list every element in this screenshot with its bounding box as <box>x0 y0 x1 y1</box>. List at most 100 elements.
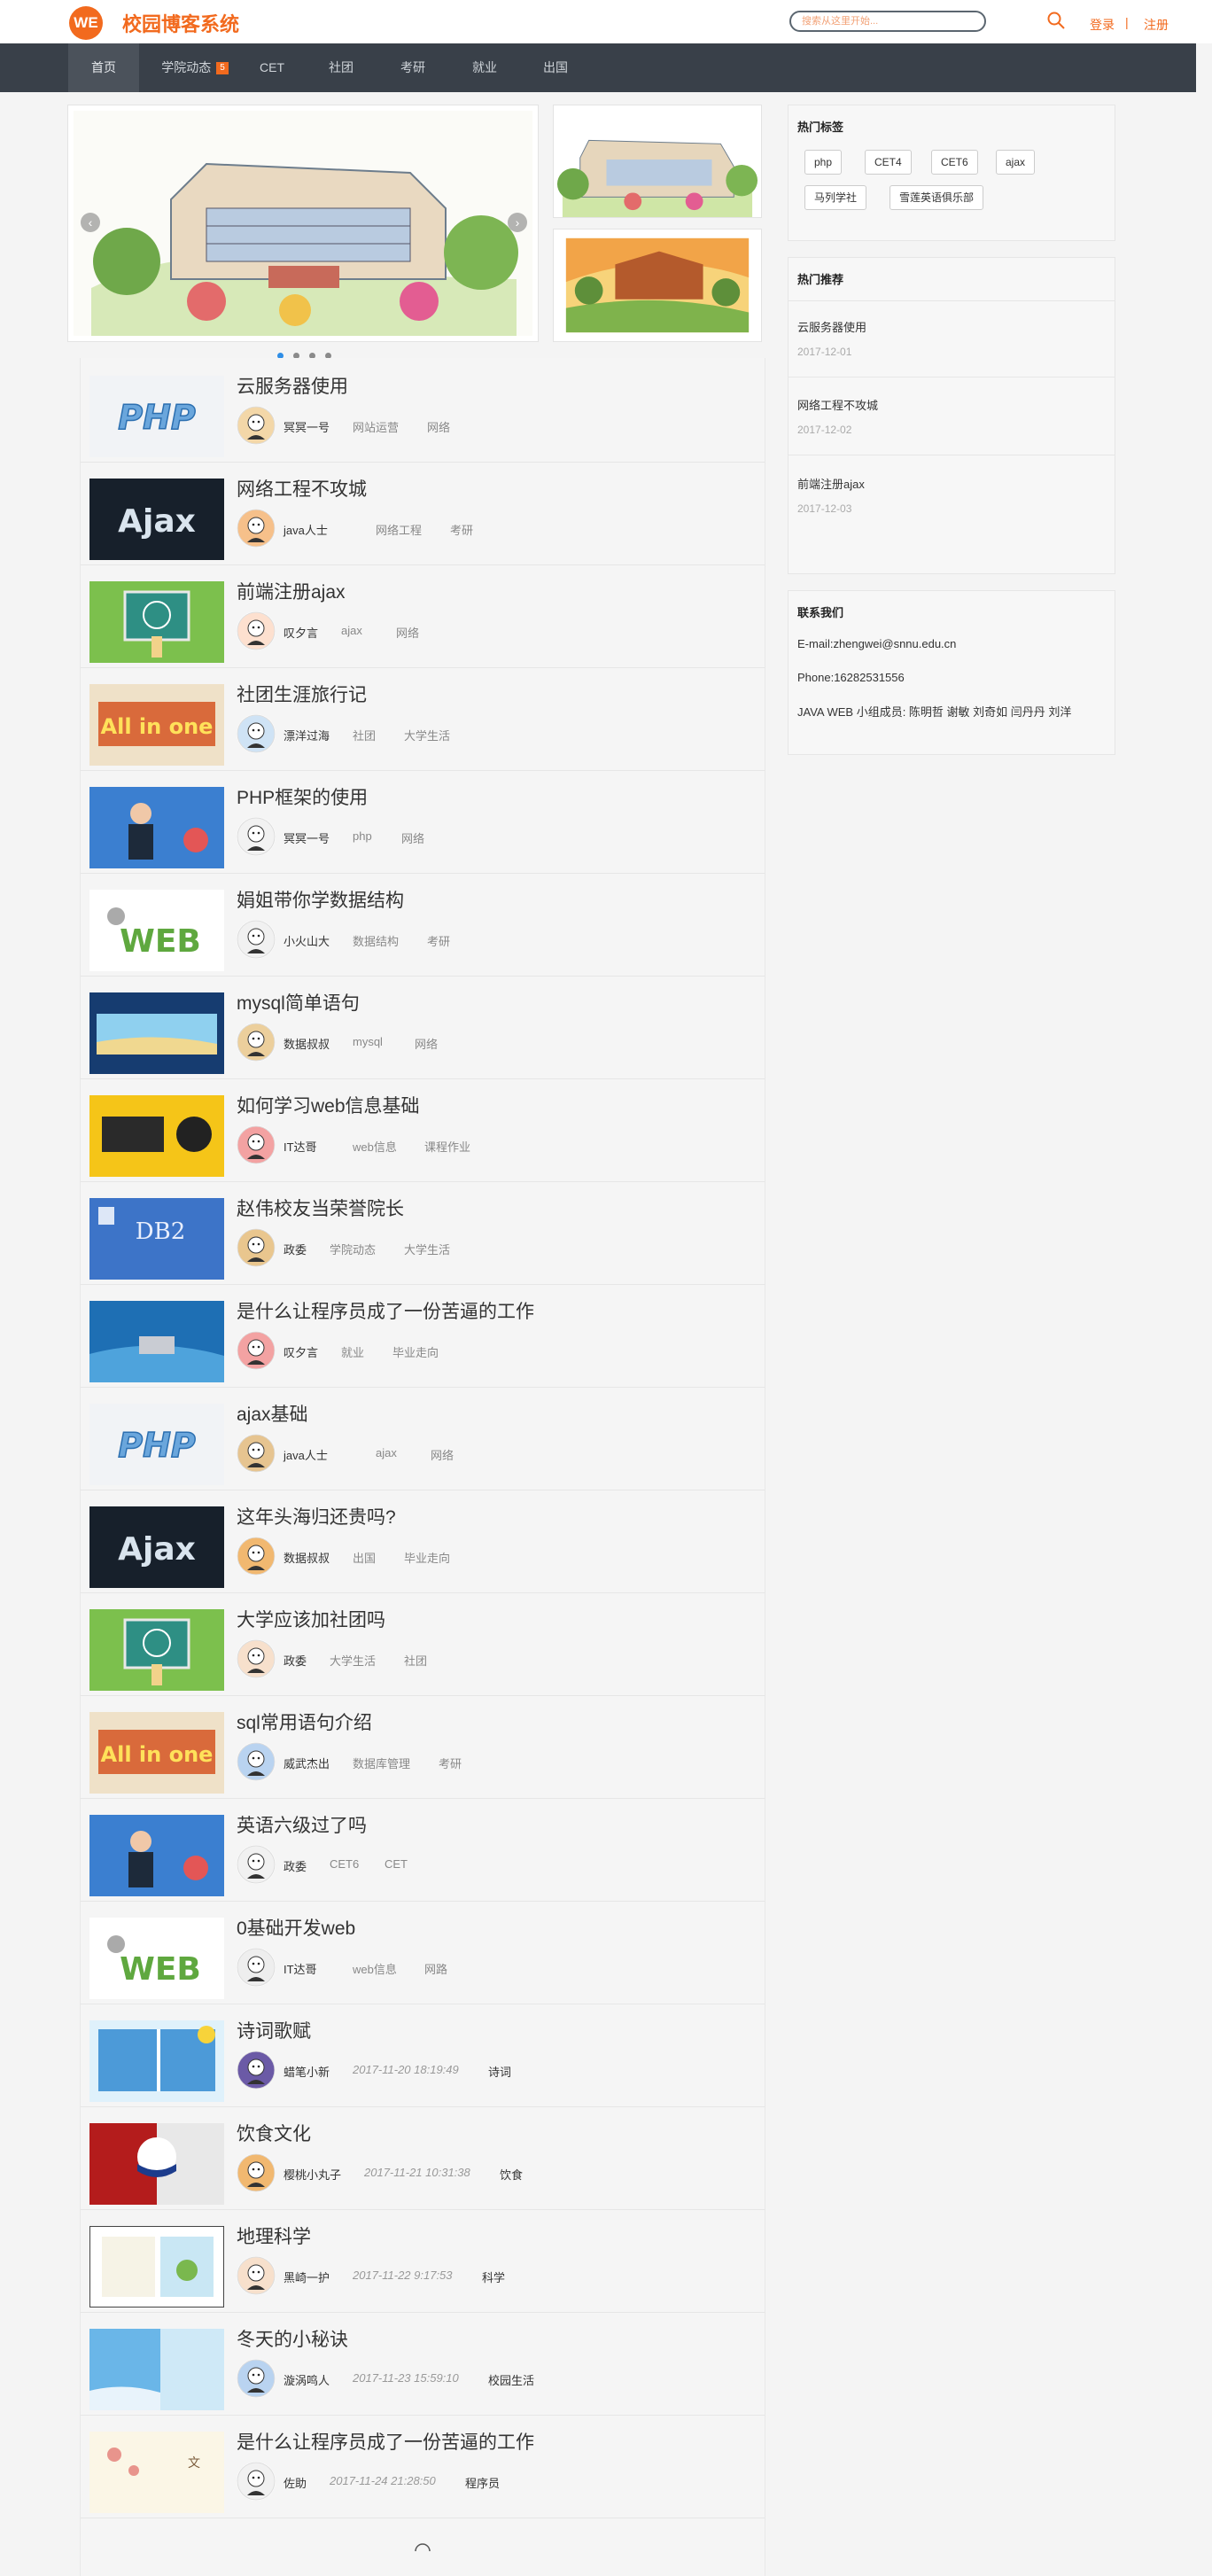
post-tag[interactable]: ajax <box>341 624 362 637</box>
nav-college-news[interactable]: 学院动态 5 <box>151 43 239 92</box>
post-tag[interactable]: CET6 <box>330 1857 359 1871</box>
post-author[interactable]: 冥冥一号 <box>284 829 330 846</box>
hot-tag[interactable]: php <box>804 150 843 175</box>
post-title[interactable]: sql常用语句介绍 <box>237 1708 372 1735</box>
post-thumbnail[interactable] <box>89 2123 224 2205</box>
post-tag[interactable]: 网络 <box>396 624 419 641</box>
hot-tag[interactable]: CET4 <box>865 150 912 175</box>
carousel-next-button[interactable]: › <box>508 213 527 232</box>
post-author[interactable]: java人士 <box>284 521 328 538</box>
post-thumbnail[interactable] <box>89 2329 224 2410</box>
login-link[interactable]: 登录 <box>1090 16 1115 34</box>
post-author[interactable]: 漂洋过海 <box>284 727 330 743</box>
nav-home[interactable]: 首页 <box>68 43 139 92</box>
nav-club[interactable]: 社团 <box>319 43 363 92</box>
post-thumbnail[interactable]: 文 <box>89 2432 224 2513</box>
post-tag[interactable]: 大学生活 <box>404 1241 450 1257</box>
post-author[interactable]: 数据叔叔 <box>284 1035 330 1052</box>
author-avatar[interactable] <box>237 2359 276 2398</box>
post-tag[interactable]: 大学生活 <box>330 1652 376 1669</box>
nav-abroad[interactable]: 出国 <box>533 43 578 92</box>
post-title[interactable]: 云服务器使用 <box>237 372 348 399</box>
post-thumbnail[interactable]: Ajax <box>89 1506 224 1588</box>
post-thumbnail[interactable]: All in one <box>89 684 224 766</box>
post-title[interactable]: 网络工程不攻城 <box>237 475 367 502</box>
post-thumbnail[interactable]: Ajax <box>89 479 224 560</box>
author-avatar[interactable] <box>237 1742 276 1781</box>
post-tag[interactable]: 数据库管理 <box>353 1755 410 1771</box>
post-title[interactable]: 0基础开发web <box>237 1914 355 1941</box>
post-tag[interactable]: 科学 <box>482 2269 505 2285</box>
post-tag[interactable]: 考研 <box>450 521 473 538</box>
post-author[interactable]: 政委 <box>284 1857 307 1874</box>
author-avatar[interactable] <box>237 2153 276 2192</box>
post-author[interactable]: IT达哥 <box>284 1960 317 1977</box>
post-title[interactable]: PHP框架的使用 <box>237 783 368 810</box>
post-tag[interactable]: 出国 <box>353 1549 376 1566</box>
post-title[interactable]: 赵伟校友当荣誉院长 <box>237 1195 404 1221</box>
search-icon[interactable] <box>1046 11 1066 30</box>
hot-tag[interactable]: 雪莲英语俱乐部 <box>890 185 984 210</box>
carousel-thumbnail[interactable] <box>553 229 762 342</box>
post-tag[interactable]: php <box>353 829 372 843</box>
post-title[interactable]: 社团生涯旅行记 <box>237 681 367 707</box>
post-tag[interactable]: 毕业走向 <box>392 1343 439 1360</box>
post-tag[interactable]: 毕业走向 <box>404 1549 450 1566</box>
post-tag[interactable]: 饮食 <box>500 2166 523 2183</box>
post-tag[interactable]: 社团 <box>353 727 376 743</box>
post-tag[interactable]: 网络 <box>427 418 450 435</box>
author-avatar[interactable] <box>237 1228 276 1267</box>
author-avatar[interactable] <box>237 1537 276 1576</box>
author-avatar[interactable] <box>237 920 276 959</box>
post-title[interactable]: 诗词歌赋 <box>237 2017 311 2043</box>
post-author[interactable]: 小火山大 <box>284 932 330 949</box>
post-title[interactable]: 地理科学 <box>237 2222 311 2249</box>
author-avatar[interactable] <box>237 2256 276 2295</box>
hot-tag[interactable]: 马列学社 <box>804 185 867 210</box>
post-thumbnail[interactable] <box>89 1609 224 1691</box>
post-thumbnail[interactable] <box>89 787 224 868</box>
recommend-item-title[interactable]: 前端注册ajax <box>797 475 865 492</box>
post-thumbnail[interactable]: PHP <box>89 1404 224 1485</box>
post-thumbnail[interactable]: PHP <box>89 376 224 457</box>
post-title[interactable]: 这年头海归还贵吗? <box>237 1503 396 1529</box>
post-thumbnail[interactable] <box>89 2226 224 2308</box>
author-avatar[interactable] <box>237 817 276 856</box>
carousel-thumbnail[interactable] <box>553 105 762 218</box>
post-tag[interactable]: 就业 <box>341 1343 364 1360</box>
post-author[interactable]: 政委 <box>284 1652 307 1669</box>
site-logo[interactable]: WE <box>69 6 103 40</box>
post-thumbnail[interactable] <box>89 2020 224 2102</box>
post-tag[interactable]: 网站运营 <box>353 418 399 435</box>
author-avatar[interactable] <box>237 1845 276 1884</box>
post-tag[interactable]: 大学生活 <box>404 727 450 743</box>
post-title[interactable]: ajax基础 <box>237 1400 308 1427</box>
post-author[interactable]: 叹夕言 <box>284 1343 318 1360</box>
post-title[interactable]: 娟姐带你学数据结构 <box>237 886 404 913</box>
author-avatar[interactable] <box>237 2051 276 2090</box>
post-title[interactable]: mysql简单语句 <box>237 989 360 1016</box>
post-tag[interactable]: web信息 <box>353 1138 397 1155</box>
nav-employment[interactable]: 就业 <box>462 43 507 92</box>
post-author[interactable]: 冥冥一号 <box>284 418 330 435</box>
post-tag[interactable]: ajax <box>376 1446 397 1459</box>
post-tag[interactable]: 网络 <box>401 829 424 846</box>
author-avatar[interactable] <box>237 1434 276 1473</box>
post-title[interactable]: 是什么让程序员成了一份苦逼的工作 <box>237 1297 534 1324</box>
author-avatar[interactable] <box>237 2462 276 2501</box>
hot-tag[interactable]: CET6 <box>931 150 978 175</box>
nav-postgrad[interactable]: 考研 <box>391 43 435 92</box>
nav-cet[interactable]: CET <box>250 43 294 92</box>
post-thumbnail[interactable]: All in one <box>89 1712 224 1794</box>
post-tag[interactable]: 数据结构 <box>353 932 399 949</box>
recommend-item-title[interactable]: 云服务器使用 <box>797 318 866 335</box>
post-author[interactable]: 佐助 <box>284 2474 307 2491</box>
post-thumbnail[interactable] <box>89 1815 224 1896</box>
author-avatar[interactable] <box>237 406 276 445</box>
post-author[interactable]: 黑崎一护 <box>284 2269 330 2285</box>
post-title[interactable]: 如何学习web信息基础 <box>237 1092 420 1118</box>
post-tag[interactable]: 校园生活 <box>488 2371 534 2388</box>
post-thumbnail[interactable]: DB2 <box>89 1198 224 1280</box>
post-thumbnail[interactable]: WEB <box>89 1918 224 1999</box>
post-tag[interactable]: 诗词 <box>488 2063 511 2080</box>
